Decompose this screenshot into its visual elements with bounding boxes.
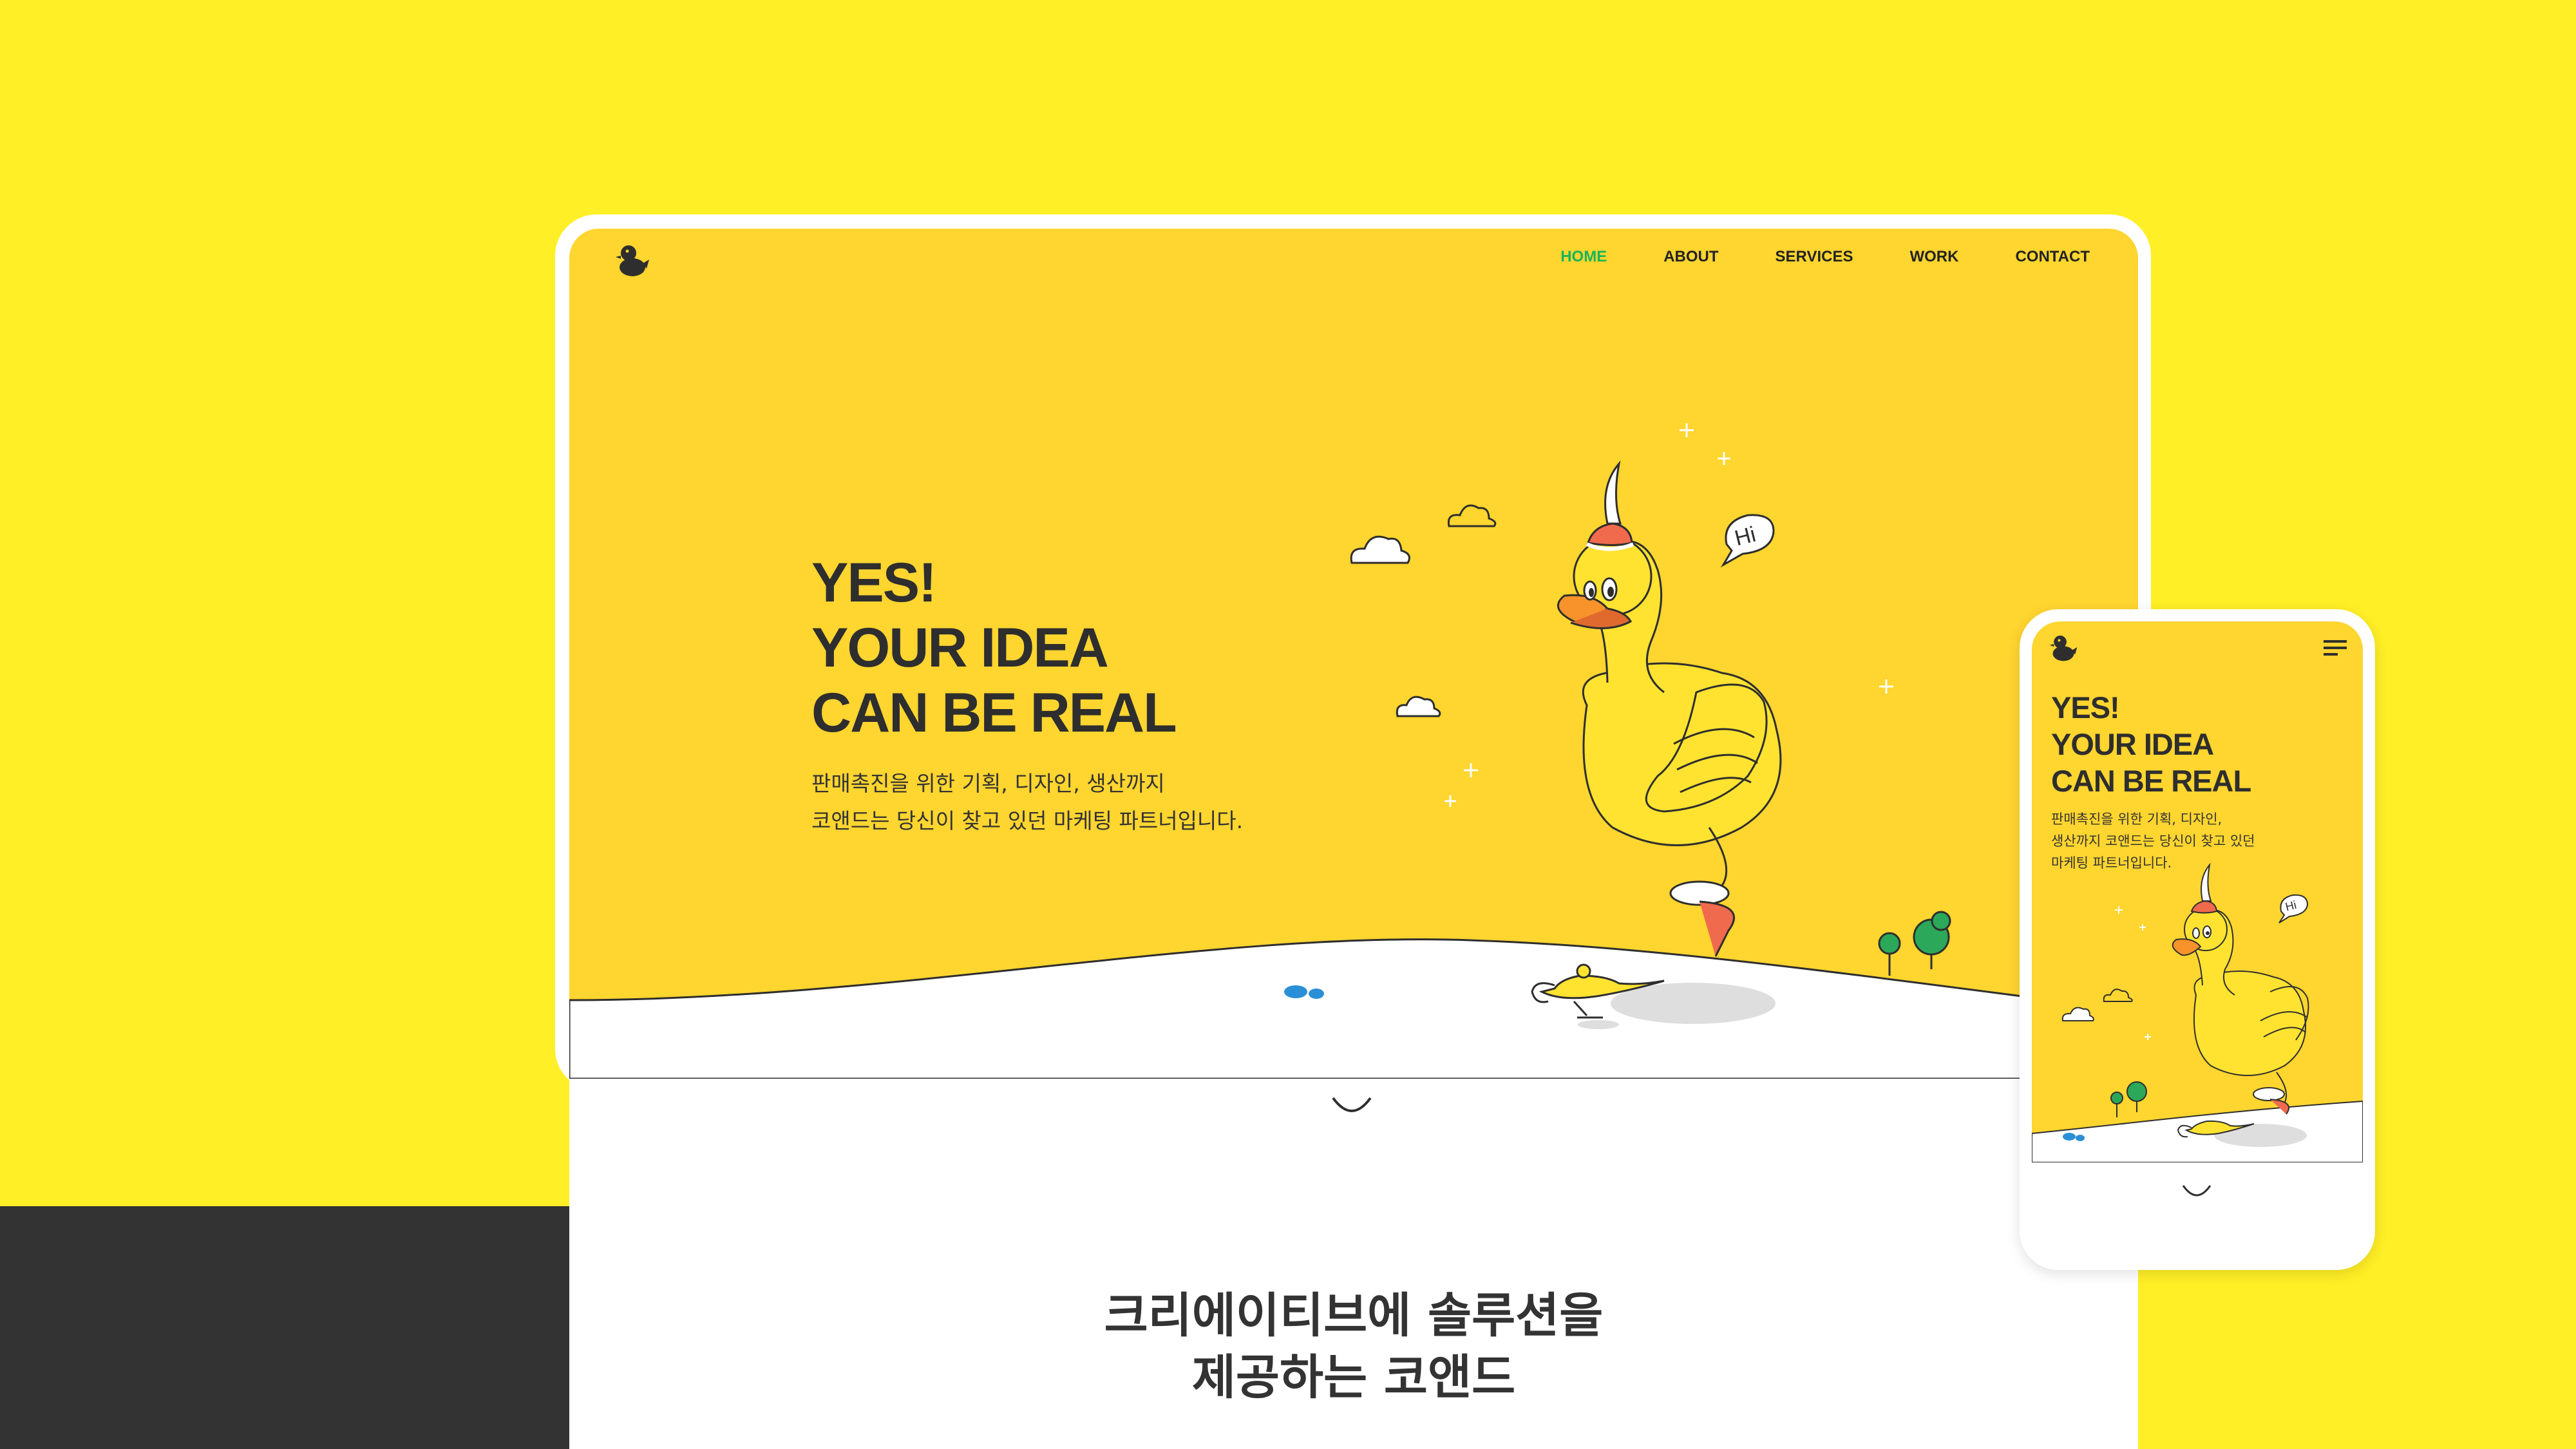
- mobile-screen: YES! YOUR IDEA CAN BE REAL 판매촉진을 위한 기획, …: [2032, 621, 2363, 1258]
- tree-icon: [1878, 911, 1951, 976]
- chevron-down-icon[interactable]: [1329, 1092, 1374, 1117]
- section-title-line: 제공하는 코앤드: [1191, 1350, 1516, 1405]
- mobile-hero-section: YES! YOUR IDEA CAN BE REAL 판매촉진을 위한 기획, …: [2032, 621, 2363, 1162]
- cloud-icon: [1350, 535, 1410, 564]
- dark-background-band: [0, 1206, 569, 1449]
- cloud-icon: [1447, 504, 1497, 527]
- duck-genie-illustration: Hi: [1284, 423, 1951, 1029]
- hero-section: HOME ABOUT SERVICES WORK CONTACT YES! YO…: [569, 229, 2138, 1079]
- chevron-down-icon[interactable]: [2181, 1182, 2213, 1200]
- cloud-icon: [1396, 696, 1441, 717]
- desktop-screen: HOME ABOUT SERVICES WORK CONTACT YES! YO…: [569, 229, 2138, 1449]
- section-title: 크리에이티브에 솔루션을 제공하는 코앤드: [569, 1285, 2138, 1408]
- section-title-line: 크리에이티브에 솔루션을: [1104, 1288, 1604, 1343]
- mobile-duck-genie-illustration: Hi: [2061, 862, 2309, 1147]
